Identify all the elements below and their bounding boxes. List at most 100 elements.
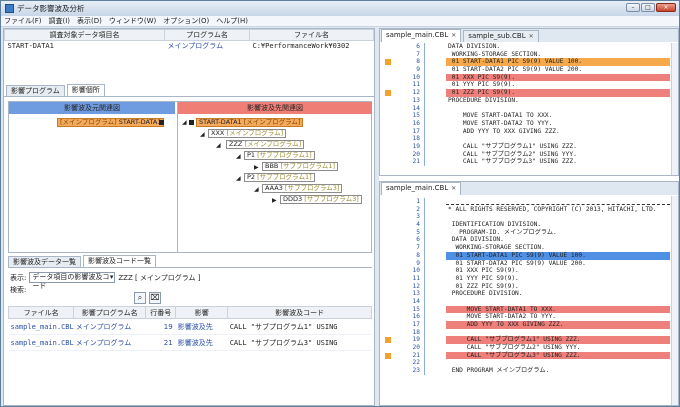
table-row[interactable]: sample_main.CBL メインプログラム 21 影響波及先 CALL "… [8,334,372,351]
code-line[interactable]: 9 01 START-DATA2 PIC S9(9) VALUE 200. [380,259,678,268]
code-line[interactable]: 10 01 XXX PIC S9(9). [380,267,678,275]
tab-affected-programs[interactable]: 影響プログラム [6,85,65,96]
header-impact-code[interactable]: 影響波及コード [227,306,372,319]
vertical-scrollbar[interactable] [671,196,678,405]
code-line[interactable]: 17 ADD YYY TO XXX GIVING ZZZ. [380,321,678,329]
node-item: BBB [265,162,279,170]
header-impact[interactable]: 影響 [175,306,229,319]
relation-graph: 影響波及元関連図 [メインプログラム] START-DATA1 影響波及先関連図… [8,101,372,253]
code-line[interactable]: 22 [380,359,678,368]
code-line[interactable]: 3 [380,213,678,222]
code-line[interactable]: 5 PROGRAM-ID. メインプログラム. [380,228,678,237]
close-tab-icon[interactable]: ✕ [451,32,456,39]
code-view[interactable]: 1 2 * ALL RIGHTS RESERVED, COPYRIGHT (C) 2… [380,198,678,375]
minimize-button[interactable]: – [626,3,640,12]
code-line[interactable]: 16 MOVE START-DATA2 TO YYY. [380,119,678,128]
close-button[interactable]: × [656,3,676,12]
tree-node-xxx[interactable]: XXX [メインプログラム] [208,129,287,138]
impact-marker-icon[interactable] [385,90,391,97]
code-line[interactable]: 7 WORKING-STORAGE SECTION. [380,50,678,59]
menu-help[interactable]: ヘルプ(H) [216,16,248,26]
impact-marker-icon[interactable] [385,352,391,359]
code-line[interactable]: 4 IDENTIFICATION DIVISION. [380,221,678,229]
source-node[interactable]: [メインプログラム] START-DATA1 [57,118,165,127]
impact-marker-icon[interactable] [385,337,391,344]
code-line[interactable]: 16 MOVE START-DATA2 TO YYY. [380,313,678,321]
collapse-arrow-icon[interactable]: ◢ [200,131,205,138]
close-tab-icon[interactable]: ✕ [451,185,456,192]
header-file-name[interactable]: ファイル名 [7,306,75,319]
code-line[interactable]: 21 CALL "サブプログラム3" USING ZZZ. [380,351,678,360]
code-line[interactable]: 23 END PROGRAM メインプログラム. [380,367,678,375]
tab-affected-locations[interactable]: 影響個所 [66,84,105,96]
code-line[interactable]: 6 DATA DIVISION. [380,236,678,245]
collapse-arrow-icon[interactable]: ◢ [236,175,241,182]
header-program-name[interactable]: プログラム名 [164,29,250,41]
code-line[interactable]: 12 01 ZZZ PIC S9(9). [380,89,678,97]
expand-arrow-icon[interactable]: ▶ [272,197,277,204]
code-line[interactable]: 21 CALL "サブプログラム3" USING ZZZ. [380,158,678,166]
header-line-number[interactable]: 行番号 [145,306,177,319]
menu-window[interactable]: ウィンドウ(W) [109,16,156,26]
tree-node-p1[interactable]: P1 [サブプログラム1] [244,151,315,160]
tree-node-start-data1[interactable]: START-DATA1 [メインプログラム] [196,118,304,127]
code-line[interactable]: 13 PROCEDURE DIVISION. [380,96,678,105]
table-row[interactable]: START-DATA1 メインプログラム C:¥PerformanceWork¥… [5,41,374,52]
code-line[interactable]: 15 MOVE START-DATA1 TO XXX. [380,112,678,120]
code-line[interactable]: 2 * ALL RIGHTS RESERVED, COPYRIGHT (C) 20… [380,205,678,214]
maximize-button[interactable]: □ [641,3,655,12]
display-select[interactable]: データ項目の影響波及コード [29,272,116,290]
code-line[interactable]: 12 01 ZZZ PIC S9(9). [380,282,678,291]
menu-file[interactable]: ファイル(F) [4,16,42,26]
code-line[interactable]: 9 01 START-DATA2 PIC S9(9) VALUE 200. [380,66,678,74]
tab-sample-sub[interactable]: sample_sub.CBL ✕ [463,30,539,42]
code-line[interactable]: 6 DATA DIVISION. [380,43,678,51]
code-line[interactable]: 13 PROCEDURE DIVISION. [380,290,678,298]
gutter-bar [424,43,425,51]
clear-search-icon[interactable]: ⌧ [149,292,161,304]
line-number: 11 [412,274,420,282]
code-line[interactable]: 11 01 YYY PIC S9(9). [380,81,678,90]
close-tab-icon[interactable]: ✕ [529,33,534,40]
menu-options[interactable]: オプション(O) [163,16,209,26]
code-line[interactable]: 20 CALL "サブプログラム2" USING YYY. [380,344,678,352]
tree-node-p2[interactable]: P2 [サブプログラム1] [244,173,315,182]
tab-sample-main[interactable]: sample_main.CBL ✕ [381,29,462,42]
impact-marker-icon[interactable] [385,59,391,66]
tab-data-list[interactable]: 影響波及データ一覧 [8,256,81,267]
code-line[interactable]: 15 MOVE START-DATA1 TO XXX. [380,305,678,314]
header-item-name[interactable]: 調査対象データ項目名 [4,29,165,41]
tab-sample-main[interactable]: sample_main.CBL ✕ [381,182,462,195]
code-line[interactable]: 7 WORKING-STORAGE SECTION. [380,244,678,252]
code-line[interactable]: 19 CALL "サブプログラム1" USING ZZZ. [380,336,678,345]
table-row[interactable]: sample_main.CBL メインプログラム 19 影響波及先 CALL "… [8,318,372,335]
code-line[interactable]: 11 01 YYY PIC S9(9). [380,274,678,283]
code-view[interactable]: 6 DATA DIVISION. 7 WORKING-STORAGE SECTION… [380,43,678,166]
vertical-scrollbar[interactable] [671,43,678,175]
code-line[interactable]: 14 [380,104,678,113]
header-file-name[interactable]: ファイル名 [249,29,374,41]
header-program-name[interactable]: 影響プログラム名 [73,306,147,319]
collapse-arrow-icon[interactable]: ◢ [216,142,221,149]
line-number: 5 [416,228,420,236]
menu-investigate[interactable]: 調査(I) [49,16,71,26]
code-line[interactable]: 14 [380,297,678,306]
menu-view[interactable]: 表示(D) [77,16,102,26]
collapse-arrow-icon[interactable]: ◢ [236,153,241,160]
code-line[interactable]: 17 ADD YYY TO XXX GIVING ZZZ. [380,127,678,136]
code-line[interactable]: 8 01 START-DATA1 PIC S9(9) VALUE 100. [380,58,678,67]
tree-node-zzz[interactable]: ZZZ [メインプログラム] [226,140,305,149]
gutter-bar [424,142,425,151]
tab-code-list[interactable]: 影響波及コード一覧 [83,255,156,267]
search-icon[interactable]: ⌕ [134,292,146,304]
tree-node-bbb[interactable]: BBB [サブプログラム1] [262,162,338,171]
expand-arrow-icon[interactable]: ▶ [254,164,259,171]
code-line[interactable]: 8 01 START-DATA1 PIC S9(9) VALUE 100. [380,251,678,260]
collapse-arrow-icon[interactable]: ◢ [254,186,259,193]
code-line[interactable]: 18 [380,135,678,143]
collapse-arrow-icon[interactable]: ◢ [182,119,187,126]
code-line[interactable]: 19 CALL "サブプログラム1" USING ZZZ. [380,142,678,151]
code-line[interactable]: 10 01 XXX PIC S9(9). [380,73,678,82]
tree-node-aaa3[interactable]: AAA3 [サブプログラム3] [262,184,343,193]
tree-node-ddd3[interactable]: DDD3 [サブプログラム3] [280,195,362,204]
